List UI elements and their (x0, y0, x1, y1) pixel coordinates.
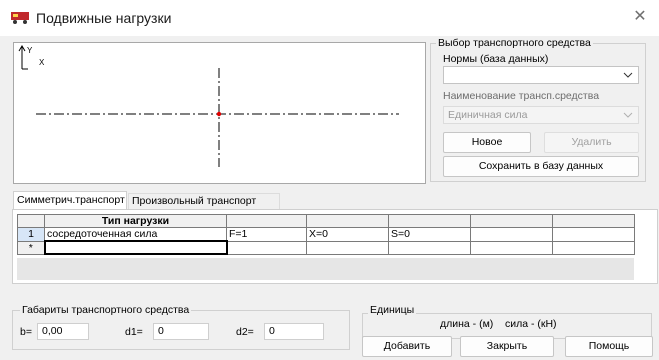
vehicle-select[interactable]: Единичная сила (443, 106, 639, 124)
grid-cell[interactable] (306, 240, 389, 255)
grid-corner-cell (17, 214, 45, 228)
table-row-new[interactable]: * (17, 240, 635, 255)
grid-empty-area (17, 258, 634, 280)
force-cell[interactable]: F=1 (226, 227, 307, 242)
preview-canvas: Y X (13, 42, 426, 184)
y-axis-label: Y (27, 46, 33, 55)
vehicle-label: Наименование трансп.средства (443, 90, 600, 102)
vehicle-value: Единичная сила (448, 109, 528, 121)
b-input[interactable]: 0,00 (37, 323, 89, 340)
dimensions-title: Габариты транспортного средства (20, 304, 192, 316)
grid-cell[interactable] (470, 227, 553, 242)
units-title: Единицы (368, 304, 417, 316)
norms-select[interactable] (443, 66, 639, 84)
load-grid: Тип нагрузки 1 сосредоточенная сила F=1 … (17, 214, 635, 255)
new-row-marker[interactable]: * (17, 240, 45, 255)
norms-label: Нормы (база данных) (443, 53, 549, 65)
column-header-load-type[interactable]: Тип нагрузки (44, 214, 227, 228)
b-label: b= (20, 326, 32, 338)
moving-loads-dialog: Подвижные нагрузки ✕ Y X Выбор транспорт… (0, 0, 659, 360)
d2-input[interactable]: 0 (264, 323, 324, 340)
d2-label: d2= (236, 326, 254, 338)
column-header[interactable] (552, 214, 635, 228)
chevron-down-icon (623, 72, 633, 78)
s-cell[interactable]: S=0 (388, 227, 471, 242)
app-icon (11, 12, 29, 24)
load-point (216, 111, 222, 117)
tab-symmetric-transport[interactable]: Симметрич.транспорт (13, 191, 127, 209)
units-text: длина - (м) сила - (кН) (440, 318, 557, 330)
close-button[interactable]: Закрыть (460, 336, 554, 357)
add-button[interactable]: Добавить (362, 336, 452, 357)
grid-cell[interactable] (470, 240, 553, 255)
tab-arbitrary-transport[interactable]: Произвольный транспорт (128, 193, 280, 209)
help-button[interactable]: Помощь (565, 336, 653, 357)
transport-select-title: Выбор транспортного средства (436, 37, 593, 49)
load-type-cell-selected[interactable] (43, 240, 228, 255)
load-type-cell[interactable]: сосредоточенная сила (44, 227, 227, 242)
chevron-down-icon (623, 112, 633, 118)
x-cell[interactable]: X=0 (306, 227, 389, 242)
d1-label: d1= (125, 326, 143, 338)
grid-cell[interactable] (552, 227, 635, 242)
new-button[interactable]: Новое (443, 132, 531, 153)
column-header[interactable] (306, 214, 389, 228)
grid-cell[interactable] (552, 240, 635, 255)
d1-input[interactable]: 0 (153, 323, 209, 340)
title-bar: Подвижные нагрузки ✕ (0, 0, 659, 36)
row-number[interactable]: 1 (17, 227, 45, 242)
delete-button[interactable]: Удалить (544, 132, 639, 153)
x-axis-label: X (39, 58, 45, 67)
preview-drawing: Y X (18, 45, 399, 167)
column-header[interactable] (470, 214, 553, 228)
close-icon[interactable]: ✕ (629, 6, 651, 28)
window-title: Подвижные нагрузки (36, 10, 172, 26)
grid-cell[interactable] (388, 240, 471, 255)
grid-cell[interactable] (226, 240, 307, 255)
column-header[interactable] (226, 214, 307, 228)
column-header[interactable] (388, 214, 471, 228)
table-row[interactable]: 1 сосредоточенная сила F=1 X=0 S=0 (17, 227, 635, 242)
grid-header-row: Тип нагрузки (17, 214, 635, 228)
save-to-database-button[interactable]: Сохранить в базу данных (443, 156, 639, 177)
